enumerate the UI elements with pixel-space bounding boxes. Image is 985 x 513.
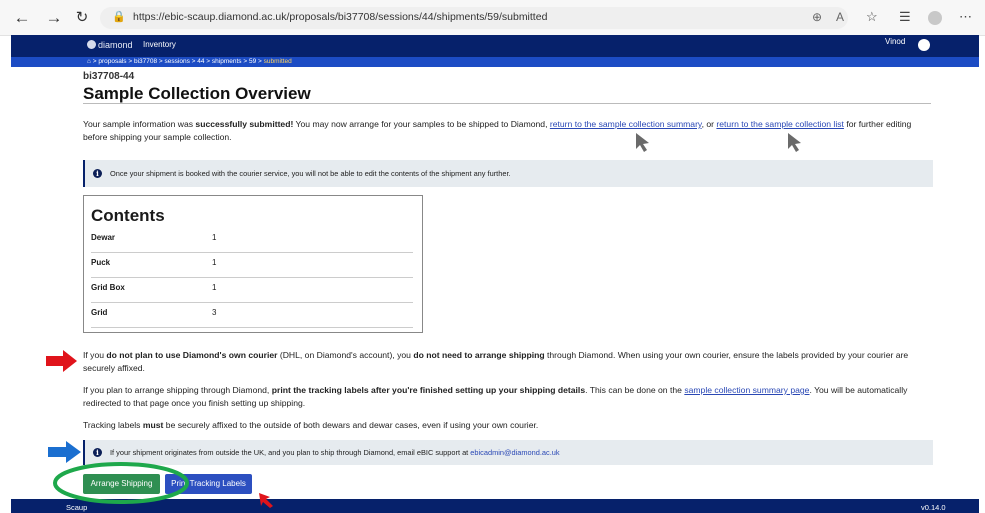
red-arrow-icon — [46, 350, 77, 372]
cursor-icon — [636, 133, 649, 152]
green-highlight-ellipse — [53, 462, 189, 504]
annotation-overlay — [46, 133, 801, 508]
cursor-icon — [788, 133, 801, 152]
red-pointer-icon — [259, 493, 273, 508]
blue-arrow-icon — [48, 441, 81, 463]
